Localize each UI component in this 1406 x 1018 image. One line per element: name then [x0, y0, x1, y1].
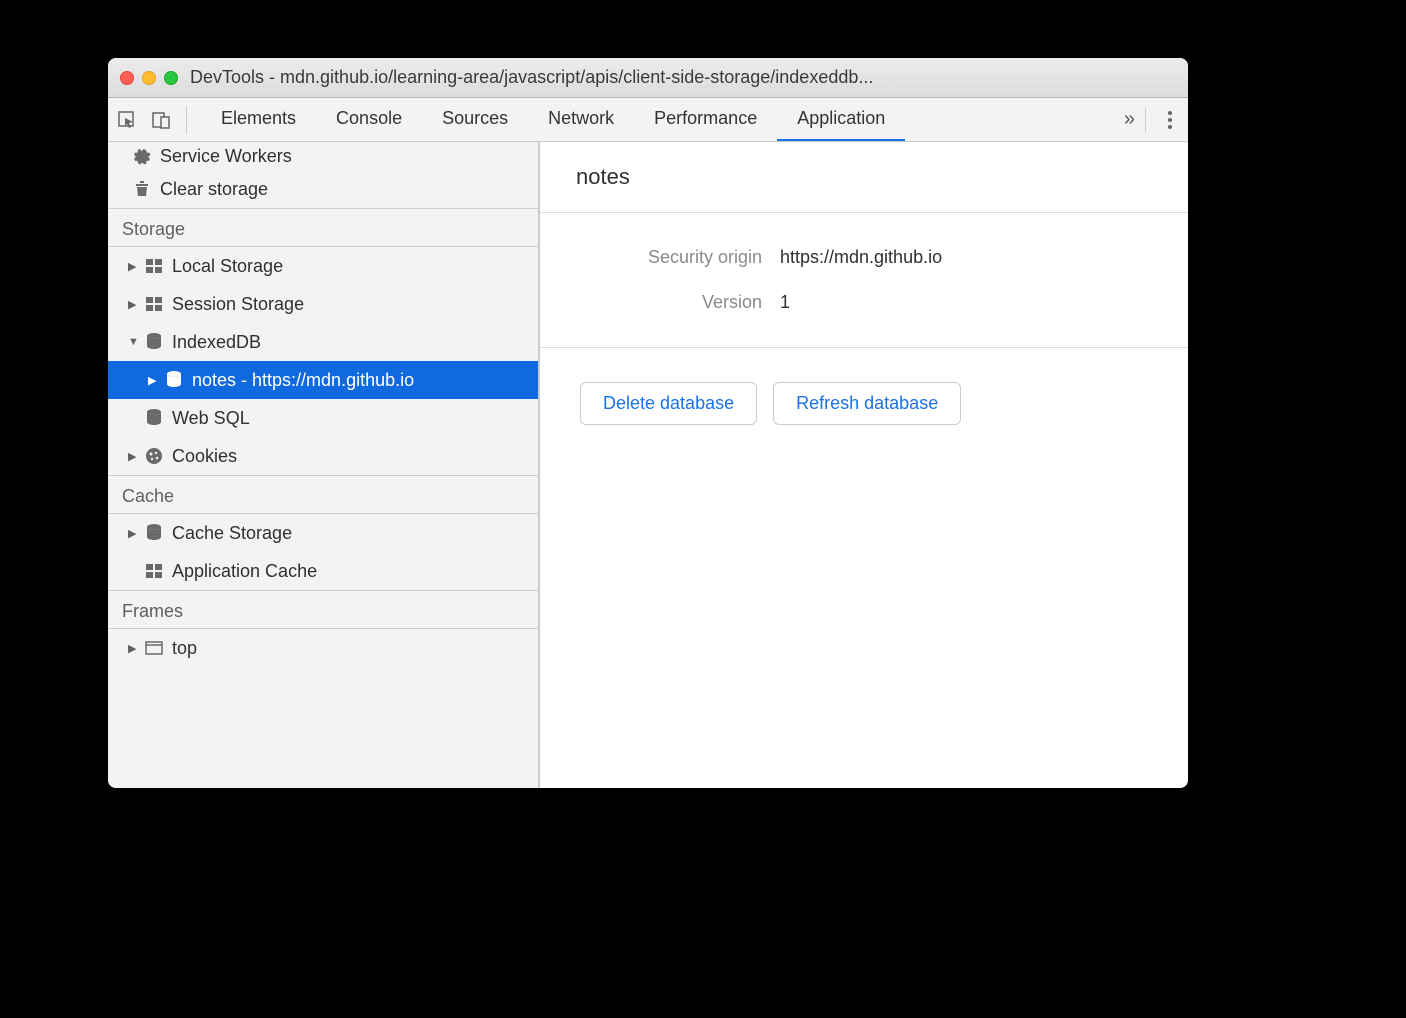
table-icon — [144, 256, 164, 276]
sidebar-item-cookies[interactable]: ▶ Cookies — [108, 437, 538, 475]
panel-tabs: Elements Console Sources Network Perform… — [201, 98, 1112, 141]
sidebar-item-service-workers[interactable]: Service Workers — [108, 142, 538, 170]
overflow-chevron-icon[interactable]: » — [1124, 108, 1131, 131]
table-icon — [144, 294, 164, 314]
tab-network[interactable]: Network — [528, 98, 634, 141]
sidebar-item-indexeddb-notes[interactable]: ▶ notes - https://mdn.github.io — [108, 361, 538, 399]
traffic-lights — [120, 71, 178, 85]
sidebar-item-top-frame[interactable]: ▶ top — [108, 629, 538, 667]
sidebar-section-cache: Cache — [108, 475, 538, 514]
version-label: Version — [560, 292, 780, 313]
sidebar-item-application-cache[interactable]: Application Cache — [108, 552, 538, 590]
toolbar-overflow: » — [1112, 108, 1180, 132]
disclosure-arrow-icon: ▶ — [148, 374, 160, 387]
sidebar-item-cache-storage[interactable]: ▶ Cache Storage — [108, 514, 538, 552]
main-panel: notes Security origin https://mdn.github… — [540, 142, 1188, 788]
database-icon — [144, 332, 164, 352]
sidebar-item-label: Cache Storage — [172, 523, 292, 544]
table-icon — [144, 561, 164, 581]
sidebar-section-storage: Storage — [108, 208, 538, 247]
tab-elements[interactable]: Elements — [201, 98, 316, 141]
application-sidebar: Service Workers Clear storage Storage ▶ … — [108, 142, 540, 788]
database-icon — [144, 408, 164, 428]
trash-icon — [132, 179, 152, 199]
disclosure-arrow-icon: ▼ — [128, 336, 140, 348]
more-menu-icon[interactable] — [1160, 111, 1180, 129]
content-area: Service Workers Clear storage Storage ▶ … — [108, 142, 1188, 788]
close-window-button[interactable] — [120, 71, 134, 85]
sidebar-item-label: Local Storage — [172, 256, 283, 277]
devtools-window: DevTools - mdn.github.io/learning-area/j… — [108, 58, 1188, 788]
sidebar-item-label: Web SQL — [172, 408, 250, 429]
info-row-origin: Security origin https://mdn.github.io — [560, 247, 1168, 268]
database-icon — [164, 370, 184, 390]
sidebar-item-indexeddb[interactable]: ▼ IndexedDB — [108, 323, 538, 361]
toolbar-divider — [1145, 108, 1146, 132]
database-info: Security origin https://mdn.github.io Ve… — [540, 213, 1188, 348]
window-title: DevTools - mdn.github.io/learning-area/j… — [190, 67, 873, 88]
refresh-database-button[interactable]: Refresh database — [773, 382, 961, 425]
disclosure-arrow-icon: ▶ — [128, 298, 140, 311]
sidebar-item-label: top — [172, 638, 197, 659]
sidebar-item-label: Service Workers — [160, 146, 292, 167]
sidebar-item-label: notes - https://mdn.github.io — [192, 370, 414, 391]
disclosure-arrow-icon: ▶ — [128, 527, 140, 540]
sidebar-item-session-storage[interactable]: ▶ Session Storage — [108, 285, 538, 323]
device-toggle-icon[interactable] — [150, 109, 172, 131]
sidebar-item-websql[interactable]: Web SQL — [108, 399, 538, 437]
sidebar-item-label: Application Cache — [172, 561, 317, 582]
tab-application[interactable]: Application — [777, 98, 905, 141]
disclosure-arrow-icon: ▶ — [128, 450, 140, 463]
sidebar-item-local-storage[interactable]: ▶ Local Storage — [108, 247, 538, 285]
frame-icon — [144, 638, 164, 658]
version-value: 1 — [780, 292, 790, 313]
cookie-icon — [144, 446, 164, 466]
disclosure-arrow-icon: ▶ — [128, 642, 140, 655]
element-picker-icon[interactable] — [116, 109, 138, 131]
database-title: notes — [540, 142, 1188, 213]
security-origin-value: https://mdn.github.io — [780, 247, 942, 268]
tab-performance[interactable]: Performance — [634, 98, 777, 141]
database-icon — [144, 523, 164, 543]
sidebar-item-label: Clear storage — [160, 179, 268, 200]
tab-console[interactable]: Console — [316, 98, 422, 141]
minimize-window-button[interactable] — [142, 71, 156, 85]
tab-sources[interactable]: Sources — [422, 98, 528, 141]
sidebar-item-label: Session Storage — [172, 294, 304, 315]
titlebar: DevTools - mdn.github.io/learning-area/j… — [108, 58, 1188, 98]
info-row-version: Version 1 — [560, 292, 1168, 313]
gear-icon — [132, 146, 152, 166]
toolbar: Elements Console Sources Network Perform… — [108, 98, 1188, 142]
database-actions: Delete database Refresh database — [540, 348, 1188, 459]
security-origin-label: Security origin — [560, 247, 780, 268]
sidebar-item-label: Cookies — [172, 446, 237, 467]
maximize-window-button[interactable] — [164, 71, 178, 85]
sidebar-section-frames: Frames — [108, 590, 538, 629]
disclosure-arrow-icon: ▶ — [128, 260, 140, 273]
sidebar-item-label: IndexedDB — [172, 332, 261, 353]
delete-database-button[interactable]: Delete database — [580, 382, 757, 425]
toolbar-icons — [116, 106, 187, 134]
sidebar-item-clear-storage[interactable]: Clear storage — [108, 170, 538, 208]
